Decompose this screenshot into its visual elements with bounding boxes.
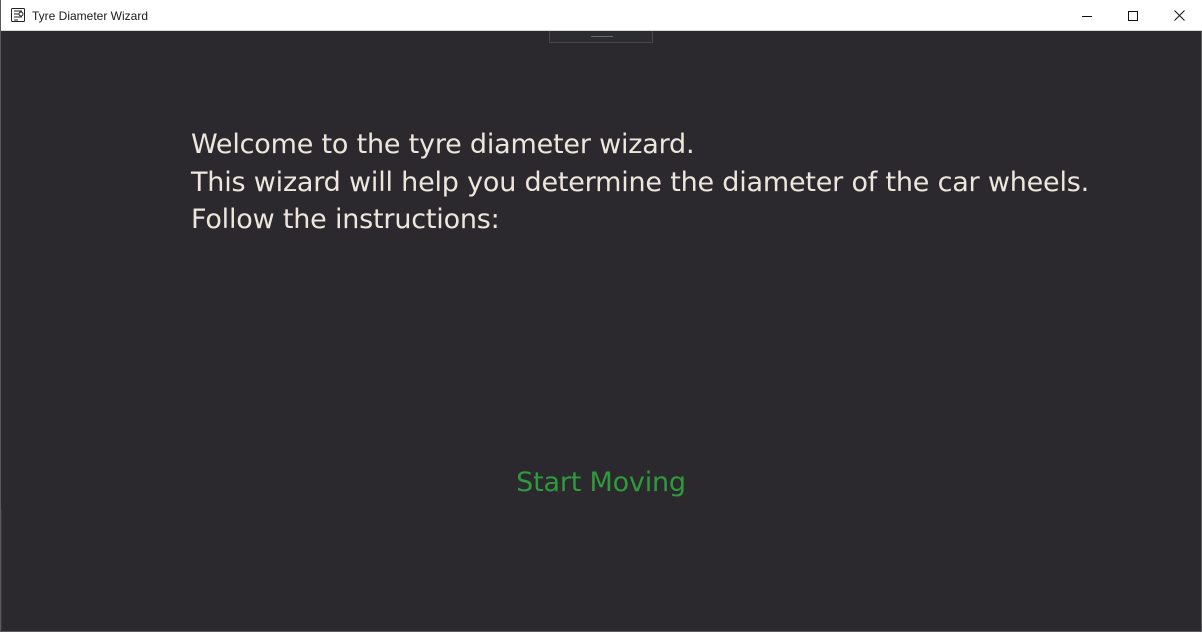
start-moving-button[interactable]: Start Moving	[481, 463, 721, 503]
drag-handle[interactable]	[549, 31, 653, 43]
app-icon	[10, 7, 26, 23]
app-window: Tyre Diameter Wizard Welcome to the tyre…	[0, 0, 1202, 632]
left-edge-divider	[1, 509, 2, 629]
close-icon	[1173, 10, 1185, 21]
title-bar[interactable]: Tyre Diameter Wizard	[1, 0, 1202, 31]
intro-text: Welcome to the tyre diameter wizard. Thi…	[191, 126, 1089, 239]
intro-line-welcome: Welcome to the tyre diameter wizard.	[191, 129, 695, 160]
close-button[interactable]	[1156, 0, 1202, 31]
wizard-content: Welcome to the tyre diameter wizard. Thi…	[1, 31, 1201, 631]
minimize-icon	[1082, 11, 1092, 21]
intro-line-instructions: Follow the instructions:	[191, 204, 500, 235]
grip-icon	[591, 36, 613, 37]
minimize-button[interactable]	[1064, 0, 1110, 31]
window-title: Tyre Diameter Wizard	[32, 9, 149, 23]
maximize-icon	[1128, 10, 1138, 21]
maximize-button[interactable]	[1110, 0, 1156, 31]
intro-line-purpose: This wizard will help you determine the …	[191, 166, 1090, 198]
